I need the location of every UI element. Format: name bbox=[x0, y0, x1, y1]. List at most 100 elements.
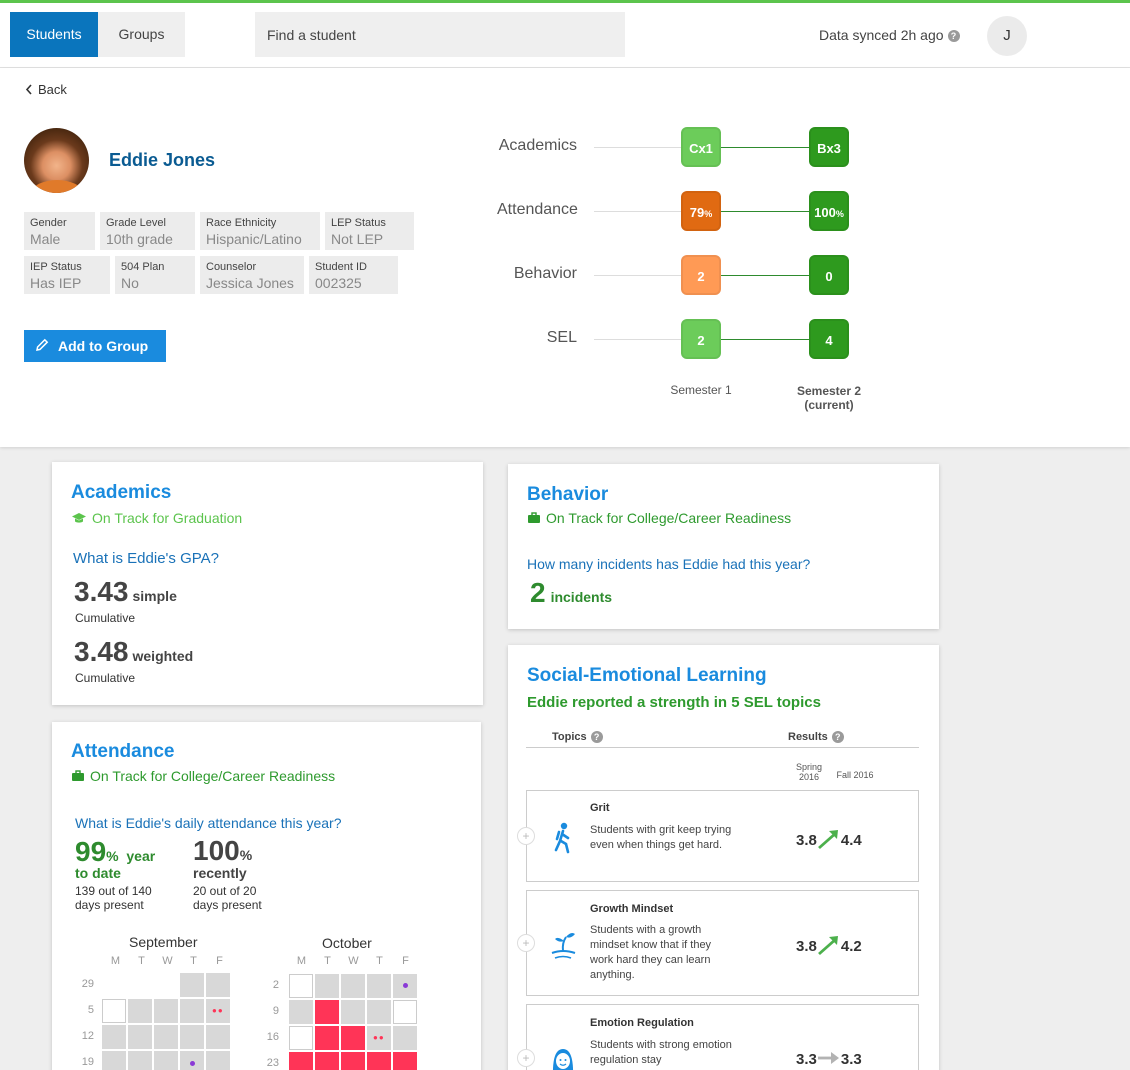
field-race-ethnicity: Race Ethnicity Hispanic/Latino bbox=[200, 212, 320, 250]
gpa-question: What is Eddie's GPA? bbox=[73, 550, 219, 567]
calendar-day-absent[interactable] bbox=[289, 1052, 313, 1070]
tab-groups[interactable]: Groups bbox=[98, 12, 185, 57]
hiker-icon bbox=[554, 822, 570, 854]
calendar-day[interactable] bbox=[128, 1051, 152, 1070]
expand-icon[interactable]: + bbox=[517, 827, 535, 845]
calendar-day[interactable] bbox=[154, 1051, 178, 1070]
ytd-detail: 139 out of 140 days present bbox=[75, 884, 152, 912]
metric-value: 2 bbox=[697, 269, 705, 284]
help-icon[interactable]: ? bbox=[831, 731, 844, 744]
calendar-day[interactable] bbox=[289, 974, 313, 998]
calendar-day[interactable] bbox=[154, 1025, 178, 1049]
field-label: LEP Status bbox=[331, 217, 386, 229]
field-iep-status: IEP Status Has IEP bbox=[24, 256, 110, 294]
calendar-day[interactable]: ●● bbox=[367, 1026, 391, 1050]
sprout-icon bbox=[551, 933, 576, 959]
metric-sel-semester-1[interactable]: 2 bbox=[681, 319, 721, 359]
calendar-day[interactable] bbox=[289, 1026, 313, 1050]
briefcase-icon bbox=[72, 770, 84, 781]
metric-behavior-semester-2[interactable]: 0 bbox=[809, 255, 849, 295]
back-link[interactable]: Back bbox=[25, 82, 67, 97]
calendar-day[interactable] bbox=[367, 974, 391, 998]
event-marker bbox=[190, 1061, 195, 1066]
ytd-unit: % bbox=[106, 848, 119, 864]
calendar-day[interactable] bbox=[367, 1000, 391, 1024]
metric-value: 4 bbox=[825, 333, 833, 348]
calendar-day[interactable] bbox=[393, 1026, 417, 1050]
calendar-day-absent[interactable] bbox=[393, 1052, 417, 1070]
calendar-day-absent[interactable] bbox=[367, 1052, 391, 1070]
tab-students[interactable]: Students bbox=[10, 12, 98, 57]
metric-line-trend bbox=[721, 339, 809, 340]
calendar-day[interactable] bbox=[180, 973, 204, 997]
sel-topic-row[interactable]: + Growth Mindset Students with a growth … bbox=[517, 890, 919, 996]
weekday-label: F bbox=[216, 955, 223, 967]
calendar-day[interactable] bbox=[180, 1025, 204, 1049]
calendar-day[interactable] bbox=[180, 1051, 204, 1070]
metric-attendance-semester-1[interactable]: 79% bbox=[681, 191, 721, 231]
student-search-input[interactable] bbox=[255, 12, 625, 57]
week-label: 19 bbox=[81, 1056, 94, 1068]
sel-result-to: 4.4 bbox=[840, 832, 862, 849]
calendar-day[interactable] bbox=[315, 974, 339, 998]
weekday-label: T bbox=[190, 955, 197, 967]
incidents-count: 2 incidents bbox=[530, 577, 612, 609]
field-label: Grade Level bbox=[106, 217, 166, 229]
semester-2-note: (current) bbox=[804, 398, 854, 412]
calendar-day[interactable]: ●● bbox=[206, 999, 230, 1023]
expand-icon[interactable]: + bbox=[517, 1049, 535, 1067]
metric-attendance-semester-2[interactable]: 100% bbox=[809, 191, 849, 231]
calendar-day-absent[interactable] bbox=[315, 1026, 339, 1050]
calendar-day[interactable] bbox=[180, 999, 204, 1023]
help-icon[interactable]: ? bbox=[947, 30, 960, 43]
add-to-group-button[interactable]: Add to Group bbox=[24, 330, 166, 362]
calendar-day[interactable] bbox=[154, 999, 178, 1023]
sel-result-from: 3.8 bbox=[796, 938, 817, 955]
sel-col-results-label: Results bbox=[788, 731, 828, 743]
calendar-day-absent[interactable] bbox=[341, 1026, 365, 1050]
metric-academics-semester-1[interactable]: Cx1 bbox=[681, 127, 721, 167]
calendar-day[interactable] bbox=[206, 1025, 230, 1049]
metric-line bbox=[594, 211, 681, 212]
behavior-status-text: On Track for College/Career Readiness bbox=[546, 510, 792, 526]
calendar-day[interactable] bbox=[206, 1051, 230, 1070]
week-label: 23 bbox=[266, 1057, 279, 1069]
metric-sel-semester-2[interactable]: 4 bbox=[809, 319, 849, 359]
metric-academics-semester-2[interactable]: Bx3 bbox=[809, 127, 849, 167]
weekday-label: W bbox=[162, 955, 173, 967]
help-icon[interactable]: ? bbox=[590, 731, 603, 744]
weekday-label: F bbox=[402, 955, 409, 967]
calendar-day[interactable] bbox=[341, 1000, 365, 1024]
calendar-day-absent[interactable] bbox=[315, 1000, 339, 1024]
recent-unit: % bbox=[239, 847, 253, 863]
calendar-day[interactable] bbox=[341, 974, 365, 998]
calendar-day-absent[interactable] bbox=[315, 1052, 339, 1070]
weekday-label: T bbox=[324, 955, 331, 967]
sel-topic-row[interactable]: + Emotion Regulation Students with stron… bbox=[517, 1004, 919, 1070]
metric-behavior-semester-1[interactable]: 2 bbox=[681, 255, 721, 295]
calendar-day[interactable] bbox=[289, 1000, 313, 1024]
attendance-status-text: On Track for College/Career Readiness bbox=[90, 768, 336, 784]
field-label: Gender bbox=[30, 217, 67, 229]
sel-topic-desc: Students with a growth mindset know that… bbox=[590, 924, 712, 981]
sel-col-fall: Fall 2016 bbox=[836, 770, 874, 780]
calendar-day-absent[interactable] bbox=[341, 1052, 365, 1070]
calendar-day[interactable] bbox=[102, 999, 126, 1023]
calendar-day[interactable] bbox=[102, 1025, 126, 1049]
user-avatar[interactable]: J bbox=[987, 16, 1027, 56]
calendar-day[interactable] bbox=[128, 1025, 152, 1049]
student-name: Eddie Jones bbox=[109, 150, 216, 170]
sel-topic-row[interactable]: + Grit Students with grit keep trying ev… bbox=[517, 790, 919, 882]
calendar-day[interactable] bbox=[393, 974, 417, 998]
sel-col-spring-term: Spring bbox=[795, 762, 822, 772]
expand-icon[interactable]: + bbox=[517, 934, 535, 952]
calendar-day[interactable] bbox=[393, 1000, 417, 1024]
metric-label-sel: SEL bbox=[546, 329, 577, 346]
calendar-day[interactable] bbox=[206, 973, 230, 997]
weekday-label: M bbox=[296, 955, 307, 967]
calendar-day[interactable] bbox=[128, 999, 152, 1023]
academics-status: On Track for Graduation bbox=[71, 510, 242, 526]
calendar-day[interactable] bbox=[102, 1051, 126, 1070]
attendance-question: What is Eddie's daily attendance this ye… bbox=[75, 815, 342, 831]
back-label: Back bbox=[38, 82, 67, 97]
